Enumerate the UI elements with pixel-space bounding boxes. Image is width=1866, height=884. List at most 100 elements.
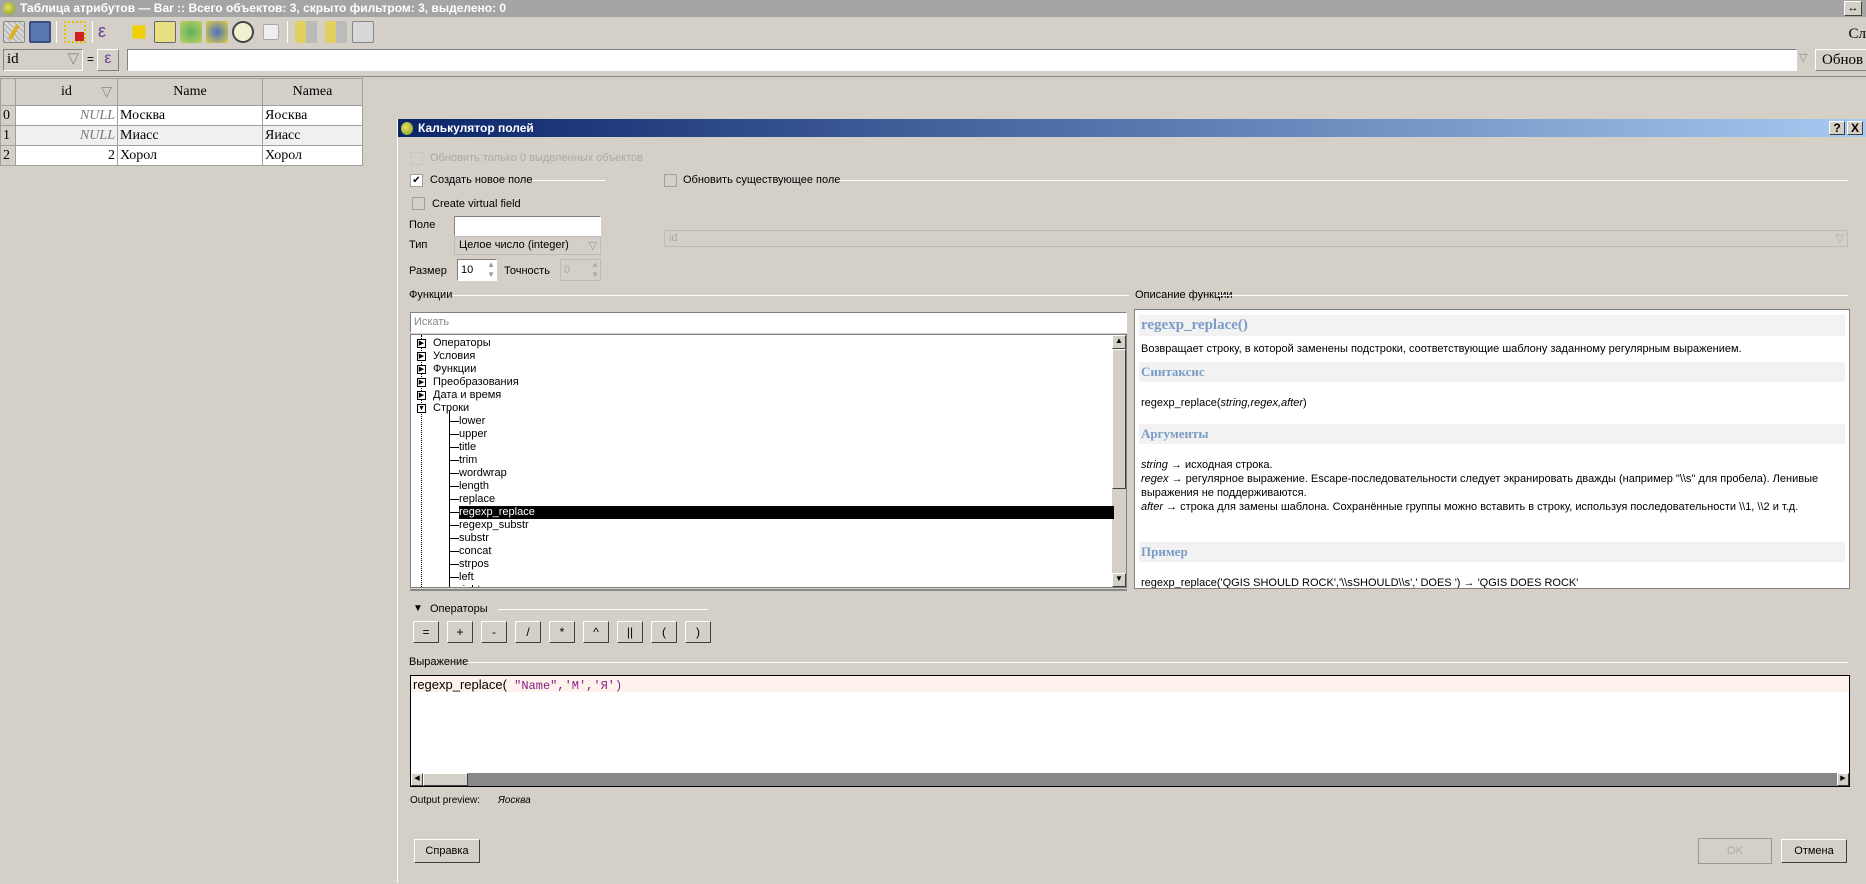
equals-label: = bbox=[87, 52, 94, 66]
filter-field-select[interactable]: id▽ bbox=[3, 49, 83, 71]
spin-arrows-icon[interactable]: ▲▼ bbox=[487, 260, 495, 280]
cell-id[interactable]: NULL bbox=[16, 126, 118, 146]
table-row[interactable]: 22ХоролХорол bbox=[1, 146, 363, 166]
expression-hscrollbar[interactable]: ◀ ▶ bbox=[411, 773, 1849, 786]
row-number[interactable]: 2 bbox=[1, 146, 16, 166]
help-icon[interactable]: ? bbox=[1829, 121, 1845, 135]
tree-function-item[interactable]: upper bbox=[459, 428, 487, 441]
precision-spinbox[interactable]: 0▲▼ bbox=[560, 259, 601, 281]
field-calculator-icon[interactable] bbox=[352, 21, 374, 43]
collapse-icon[interactable]: ▼ bbox=[417, 404, 426, 413]
tree-function-item[interactable]: length bbox=[459, 480, 489, 493]
tree-group[interactable]: Операторы bbox=[433, 337, 491, 350]
expand-icon[interactable]: ▶ bbox=[417, 378, 426, 387]
close-icon[interactable]: X bbox=[1847, 121, 1863, 135]
delete-column-icon[interactable] bbox=[295, 21, 317, 43]
tree-group[interactable]: Преобразования bbox=[433, 376, 519, 389]
scroll-down-icon[interactable]: ▼ bbox=[1112, 573, 1126, 587]
cell-id[interactable]: NULL bbox=[16, 106, 118, 126]
tree-function-item[interactable]: substr bbox=[459, 532, 489, 545]
filter-value-input[interactable] bbox=[127, 49, 1797, 71]
tree-function-item[interactable]: trim bbox=[459, 454, 477, 467]
tree-function-item[interactable]: replace bbox=[459, 493, 495, 506]
table-row[interactable]: 0NULLМоскваЯосква bbox=[1, 106, 363, 126]
help-button[interactable]: Справка bbox=[414, 839, 480, 863]
operator-button[interactable]: + bbox=[447, 621, 473, 643]
tree-function-item[interactable]: left bbox=[459, 571, 474, 584]
cell-name[interactable]: Хорол bbox=[118, 146, 263, 166]
operator-button[interactable]: / bbox=[515, 621, 541, 643]
size-spinbox[interactable]: 10 ▲▼ bbox=[457, 259, 497, 281]
operator-button[interactable]: - bbox=[481, 621, 507, 643]
cell-name[interactable]: Миасс bbox=[118, 126, 263, 146]
column-header-id[interactable]: id▽ bbox=[16, 79, 118, 106]
operator-button[interactable]: * bbox=[549, 621, 575, 643]
function-search-input[interactable]: Искать bbox=[410, 312, 1127, 333]
scroll-right-icon[interactable]: ▶ bbox=[1837, 773, 1849, 786]
scrollbar-thumb[interactable] bbox=[1112, 349, 1126, 489]
invert-selection-icon[interactable] bbox=[132, 25, 145, 38]
update-filter-button[interactable]: Обнов bbox=[1815, 49, 1866, 71]
save-edits-icon[interactable] bbox=[29, 21, 51, 43]
cell-id[interactable]: 2 bbox=[16, 146, 118, 166]
ok-button[interactable]: OK bbox=[1698, 838, 1772, 864]
column-header-name[interactable]: Name bbox=[118, 79, 263, 106]
tree-group[interactable]: Строки bbox=[433, 402, 469, 415]
tree-function-item[interactable]: lower bbox=[459, 415, 485, 428]
existing-field-select[interactable]: id▽ bbox=[664, 230, 1848, 247]
scroll-up-icon[interactable]: ▲ bbox=[1112, 335, 1126, 349]
zoom-to-selected-icon[interactable] bbox=[206, 21, 228, 43]
tree-group[interactable]: Дата и время bbox=[433, 389, 501, 402]
expression-editor[interactable]: regexp_replace( "Name",'M','Я') ◀ ▶ bbox=[410, 675, 1850, 787]
row-number[interactable]: 0 bbox=[1, 106, 16, 126]
tree-group[interactable]: Функции bbox=[433, 363, 476, 376]
operator-button[interactable]: = bbox=[413, 621, 439, 643]
virtual-field-checkbox[interactable] bbox=[412, 197, 425, 210]
chevron-down-icon[interactable]: ▽ bbox=[1799, 51, 1807, 64]
expand-icon[interactable]: ▶ bbox=[417, 352, 426, 361]
size-value: 10 bbox=[461, 264, 473, 276]
tree-scrollbar[interactable]: ▲ ▼ bbox=[1112, 335, 1126, 587]
tree-function-item[interactable]: right bbox=[459, 584, 480, 588]
tree-function-item[interactable]: strpos bbox=[459, 558, 489, 571]
cell-namea[interactable]: Яосква bbox=[263, 106, 363, 126]
field-name-input[interactable] bbox=[454, 216, 601, 236]
copy-rows-icon[interactable] bbox=[263, 24, 278, 39]
restore-icon[interactable]: ↔ bbox=[1844, 1, 1862, 16]
operator-button[interactable]: ( bbox=[651, 621, 677, 643]
operator-button[interactable]: ) bbox=[685, 621, 711, 643]
tree-function-item[interactable]: wordwrap bbox=[459, 467, 507, 480]
move-selection-to-top-icon[interactable] bbox=[154, 21, 176, 43]
row-number[interactable]: 1 bbox=[1, 126, 16, 146]
scroll-left-icon[interactable]: ◀ bbox=[411, 773, 423, 786]
delete-selected-icon[interactable] bbox=[64, 21, 86, 43]
new-column-icon[interactable] bbox=[325, 21, 347, 43]
tree-function-item[interactable]: concat bbox=[459, 545, 491, 558]
tree-function-item[interactable]: title bbox=[459, 441, 476, 454]
update-selected-checkbox[interactable] bbox=[410, 152, 423, 165]
tree-function-item[interactable]: regexp_replace bbox=[459, 506, 1114, 519]
create-new-field-checkbox[interactable]: ✔ bbox=[410, 174, 423, 187]
expand-icon[interactable]: ▶ bbox=[417, 365, 426, 374]
cell-name[interactable]: Москва bbox=[118, 106, 263, 126]
expression-button[interactable]: ε bbox=[97, 49, 119, 71]
cell-namea[interactable]: Хорол bbox=[263, 146, 363, 166]
tree-function-item[interactable]: regexp_substr bbox=[459, 519, 529, 532]
edit-pencil-icon[interactable] bbox=[3, 21, 25, 43]
expand-icon[interactable]: ▶ bbox=[417, 339, 426, 348]
field-type-select[interactable]: Целое число (integer)▽ bbox=[454, 236, 601, 255]
tree-group[interactable]: Условия bbox=[433, 350, 475, 363]
cancel-button[interactable]: Отмена bbox=[1781, 839, 1847, 863]
pan-to-selected-icon[interactable] bbox=[180, 21, 202, 43]
column-header-namea[interactable]: Namea bbox=[263, 79, 363, 106]
cell-namea[interactable]: Яиасс bbox=[263, 126, 363, 146]
scrollbar-thumb[interactable] bbox=[423, 773, 468, 786]
update-existing-checkbox[interactable] bbox=[664, 174, 677, 187]
zoom-magnifier-icon[interactable] bbox=[232, 21, 254, 43]
table-row[interactable]: 1NULLМиассЯиасс bbox=[1, 126, 363, 146]
operator-button[interactable]: || bbox=[617, 621, 643, 643]
expand-icon[interactable]: ▶ bbox=[417, 391, 426, 400]
collapse-triangle-icon[interactable]: ▼ bbox=[413, 603, 423, 614]
operator-button[interactable]: ^ bbox=[583, 621, 609, 643]
select-by-expression-icon[interactable]: ε bbox=[98, 21, 120, 43]
